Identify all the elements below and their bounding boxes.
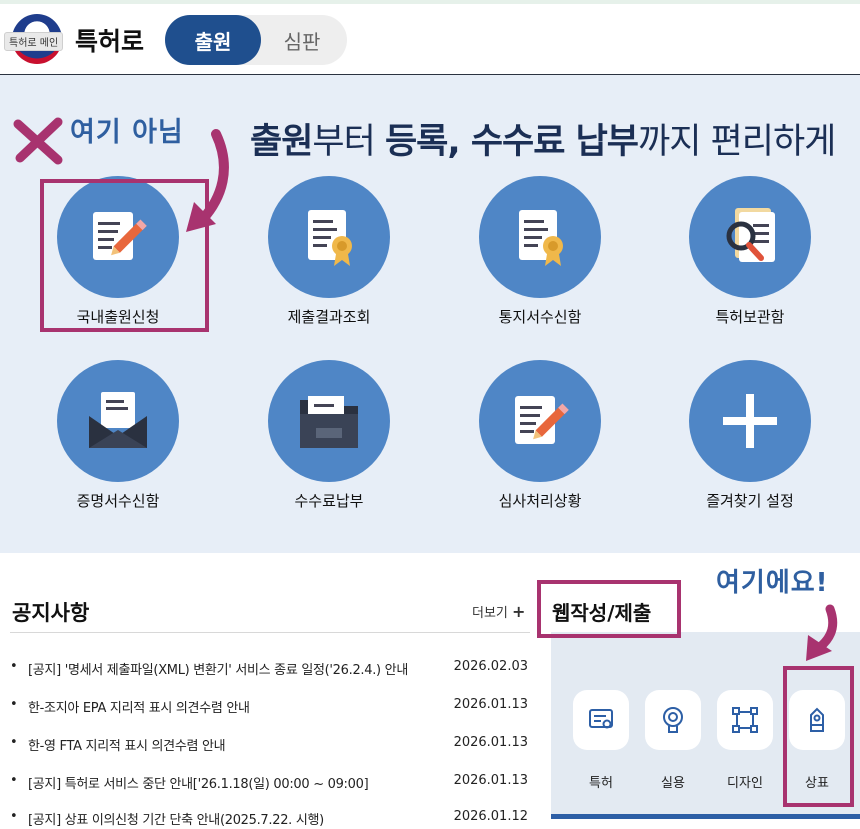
- hero-title-part: 등록, 수수료 납부: [384, 122, 639, 162]
- service-label: 제출결과조회: [287, 308, 371, 326]
- bullet-icon: •: [10, 773, 18, 788]
- annotation-wrong-box: [40, 179, 209, 332]
- service-patent-storage[interactable]: 특허보관함: [650, 176, 850, 327]
- service-certificate-inbox[interactable]: 증명서수신함: [18, 360, 218, 511]
- bullet-icon: •: [10, 697, 18, 712]
- notice-row[interactable]: • 한-조지아 EPA 지리적 표시 의견수렴 안내 2026.01.13: [10, 697, 530, 717]
- plus-icon: [689, 360, 811, 482]
- annotation-correct-box: [783, 666, 854, 807]
- plus-icon: +: [512, 602, 526, 621]
- notice-row-date: 2026.01.13: [453, 697, 528, 712]
- hero-title: 출원부터 등록, 수수료 납부까지 편리하게: [250, 113, 836, 164]
- notice-title: 공지사항: [12, 601, 90, 625]
- notice-row-date: 2026.02.03: [453, 659, 528, 674]
- header: 특허로 메인 특허로 출원 심판: [0, 4, 860, 75]
- hero-title-part: 까지 편리하게: [638, 122, 836, 162]
- annotation-not-here: 여기 아님: [70, 117, 184, 148]
- web-item-label: 실용: [661, 776, 685, 791]
- hero-title-part: 부터: [312, 122, 385, 162]
- service-submission-result[interactable]: 제출결과조회: [229, 176, 429, 327]
- notice-row-title[interactable]: [공지] '명세서 제출파일(XML) 변환기' 서비스 종료 일정('26.2…: [28, 659, 408, 678]
- web-item-utility[interactable]: [645, 690, 701, 750]
- notice-row-title[interactable]: 한-조지아 EPA 지리적 표시 의견수렴 안내: [28, 697, 250, 716]
- service-label: 수수료납부: [294, 492, 364, 510]
- bullet-icon: •: [10, 809, 18, 824]
- notice-row-date: 2026.01.13: [453, 735, 528, 750]
- service-label: 심사처리상황: [498, 492, 582, 510]
- design-frame-icon: [732, 707, 758, 733]
- annotation-title-box: [537, 580, 681, 638]
- x-mark-icon: [13, 117, 63, 165]
- certificate-document-icon: [268, 176, 390, 298]
- notice-row[interactable]: • [공지] 상표 이의신청 기간 단축 안내(2025.7.22. 시행) 202…: [10, 809, 530, 829]
- service-label: 즐겨찾기 설정: [706, 492, 794, 510]
- tab-application[interactable]: 출원: [165, 15, 261, 65]
- notice-row[interactable]: • [공지] '명세서 제출파일(XML) 변환기' 서비스 종료 일정('26.…: [10, 659, 530, 679]
- web-item-design[interactable]: [717, 690, 773, 750]
- folder-icon: [268, 360, 390, 482]
- notice-row-title[interactable]: [공지] 특허로 서비스 중단 안내['26.1.18(일) 00:00 ~ 0…: [28, 773, 369, 792]
- service-exam-status[interactable]: 심사처리상황: [440, 360, 640, 511]
- notice-row-title[interactable]: 한-영 FTA 지리적 표시 의견수렴 안내: [28, 735, 226, 754]
- notice-row[interactable]: • 한-영 FTA 지리적 표시 의견수렴 안내 2026.01.13: [10, 735, 530, 755]
- service-notice-inbox[interactable]: 통지서수신함: [440, 176, 640, 327]
- service-fee-payment[interactable]: 수수료납부: [229, 360, 429, 511]
- bullet-icon: •: [10, 735, 18, 750]
- web-item-label: 디자인: [727, 776, 763, 791]
- tab-trial[interactable]: 심판: [262, 15, 342, 65]
- magnifier-document-icon: [689, 176, 811, 298]
- notice-row-date: 2026.01.13: [453, 773, 528, 788]
- bullet-icon: •: [10, 659, 18, 674]
- web-item-label: 특허: [589, 776, 613, 791]
- service-label: 통지서수신함: [498, 308, 582, 326]
- logo-badge[interactable]: 특허로 메인: [4, 32, 64, 51]
- down-arrow-icon: [806, 604, 838, 661]
- notice-row-date: 2026.01.12: [453, 809, 528, 824]
- certificate-document-icon: [479, 176, 601, 298]
- annotation-here: 여기에요!: [716, 568, 829, 598]
- pencil-document-icon: [479, 360, 601, 482]
- service-label: 증명서수신함: [76, 492, 160, 510]
- envelope-document-icon: [57, 360, 179, 482]
- service-label: 특허보관함: [715, 308, 785, 326]
- patent-certificate-icon: [589, 709, 613, 729]
- logo-title[interactable]: 특허로: [75, 22, 144, 58]
- notice-row[interactable]: • [공지] 특허로 서비스 중단 안내['26.1.18(일) 00:00 ~ …: [10, 773, 530, 793]
- notice-more-link[interactable]: 더보기 +: [472, 602, 525, 621]
- hero-title-part: 출원: [250, 122, 313, 162]
- web-item-patent[interactable]: [573, 690, 629, 750]
- more-label: 더보기: [472, 606, 508, 621]
- utility-badge-icon: [663, 707, 683, 733]
- service-favorites-setting[interactable]: 즐겨찾기 설정: [650, 360, 850, 511]
- web-panel-bottom-bar: [551, 814, 860, 819]
- divider: [10, 632, 530, 633]
